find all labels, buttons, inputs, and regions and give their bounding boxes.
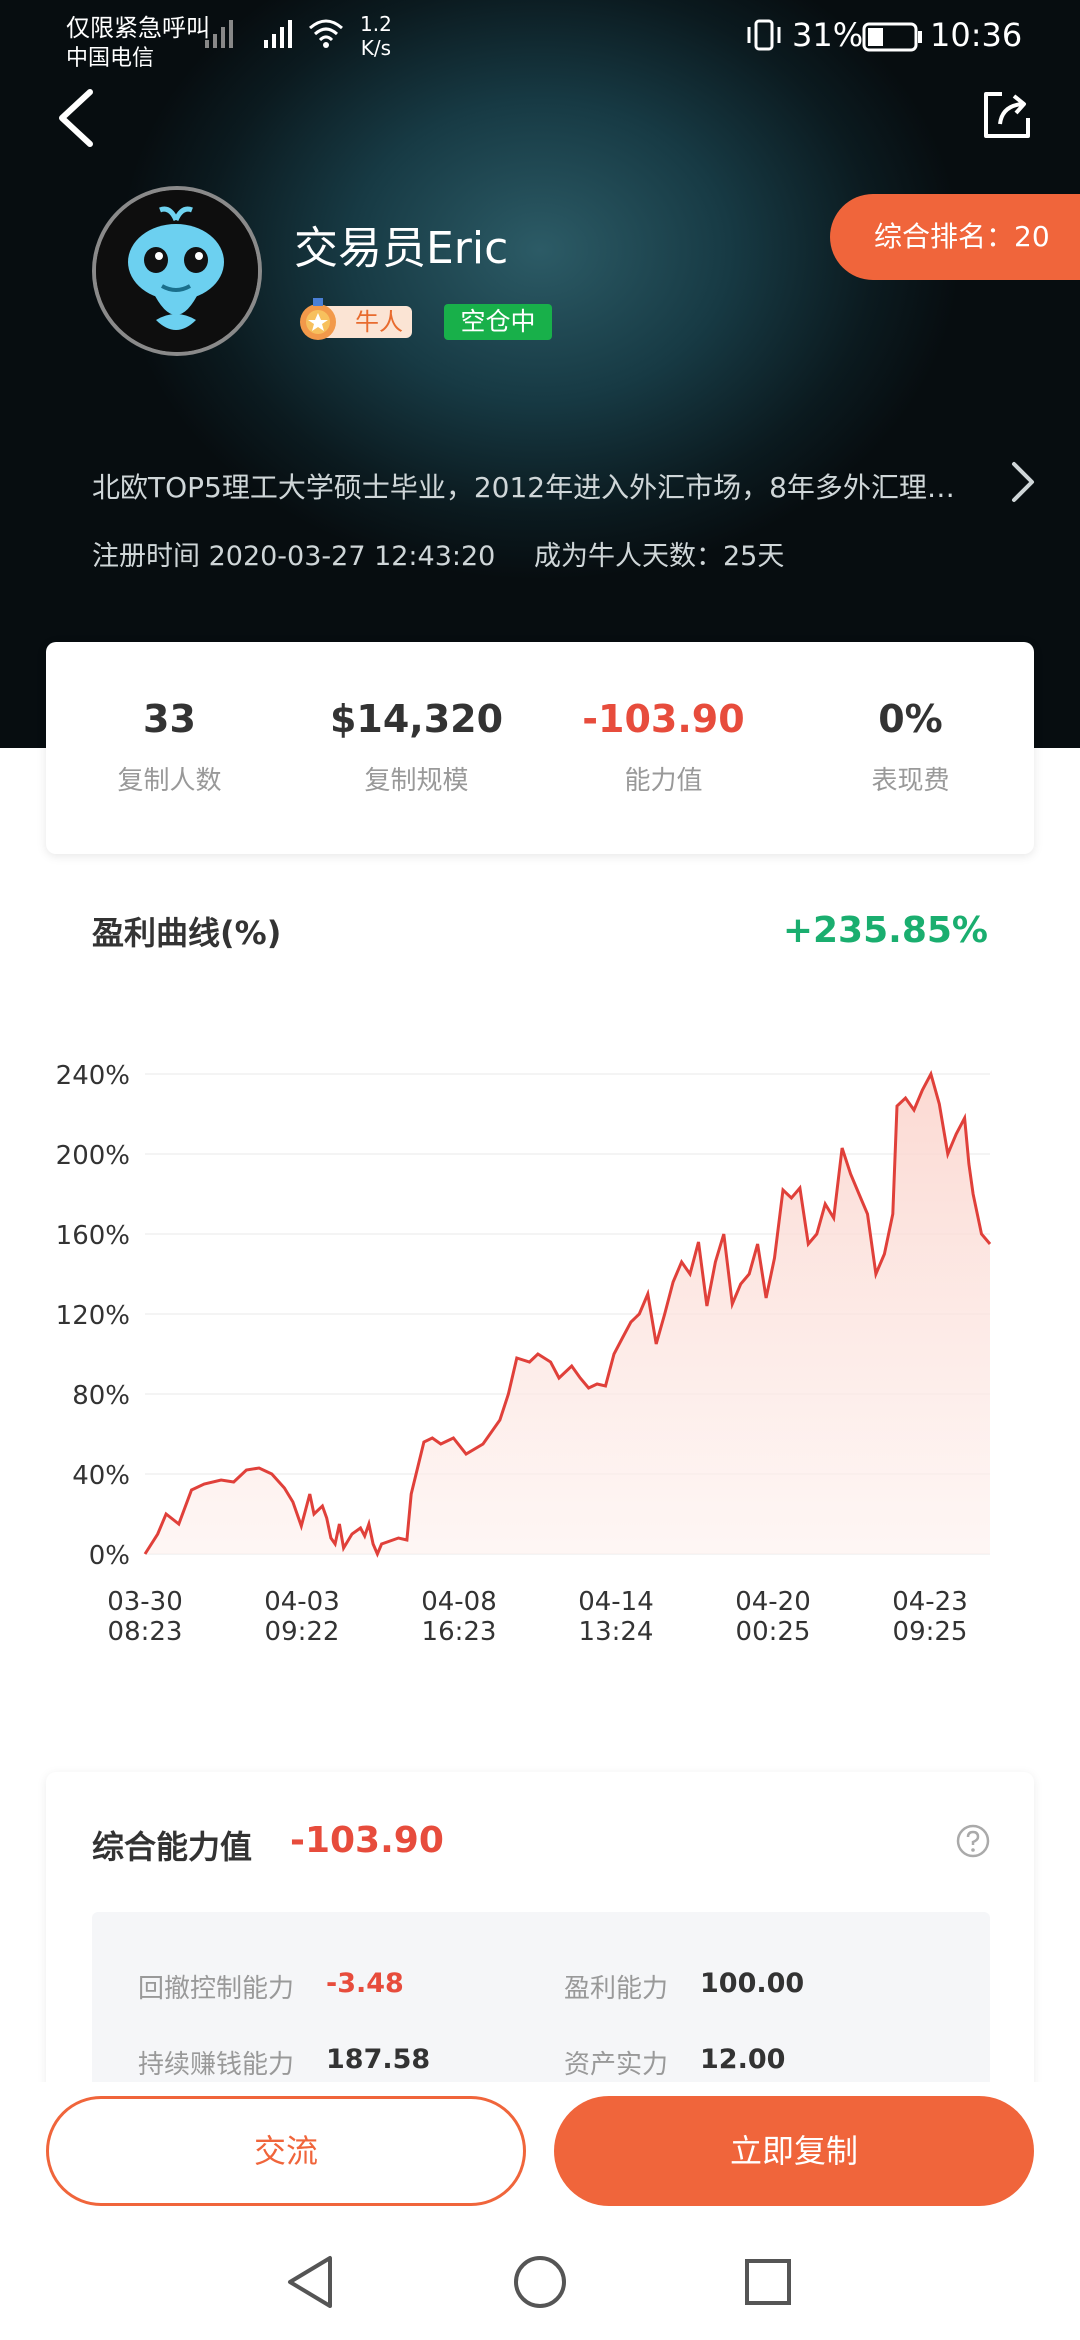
x-tick-label: 09:22 <box>265 1617 340 1647</box>
chevron-right-icon[interactable] <box>1006 460 1040 504</box>
x-tick-label: 04-23 <box>892 1587 968 1617</box>
status-bar: 仅限紧急呼叫 中国电信 1.2 K/s 31% 10:36 <box>0 0 1080 80</box>
x-tick-label: 09:25 <box>893 1617 968 1647</box>
x-tick-label: 04-08 <box>421 1587 497 1617</box>
x-tick-label: 04-20 <box>735 1587 811 1617</box>
stat-performance-fee: 0% 表现费 <box>871 697 950 796</box>
metric-value: 100.00 <box>700 1968 805 1999</box>
signal-icon <box>264 20 292 48</box>
stat-ability: -103.90 能力值 <box>582 697 745 796</box>
metric-label: 资产实力 <box>564 2050 669 2080</box>
profit-curve-chart[interactable]: 240% 200% 160% 120% 80% 40% 0% 03-3008:23 04-03… <box>0 1020 1080 1710</box>
nav-back-icon[interactable] <box>284 2254 336 2310</box>
trader-intro[interactable]: 北欧TOP5理工大学硕士毕业，2012年进入外汇市场，8年多外汇理… <box>92 466 972 506</box>
x-tick-label: 00:25 <box>736 1617 811 1647</box>
clock: 10:36 <box>930 16 1023 54</box>
metric-label: 盈利能力 <box>564 1974 669 2004</box>
nav-recent-icon[interactable] <box>744 2258 792 2306</box>
avatar[interactable] <box>92 186 262 356</box>
copy-now-button[interactable]: 立即复制 <box>554 2096 1034 2206</box>
whale-mascot-icon <box>96 190 258 352</box>
share-icon[interactable] <box>980 88 1034 142</box>
help-icon[interactable] <box>956 1824 990 1858</box>
profit-curve-total: +235.85% <box>782 910 988 951</box>
metric-value: 12.00 <box>700 2044 786 2075</box>
x-tick-label: 13:24 <box>579 1617 654 1647</box>
ability-card: 综合能力值 -103.90 回撤控制能力 -3.48 盈利能力 100.00 持… <box>46 1772 1034 2132</box>
back-arrow-icon[interactable] <box>52 86 100 150</box>
y-tick-label: 240% <box>56 1061 130 1091</box>
profile-header <box>0 0 1080 748</box>
x-tick-label: 03-30 <box>107 1587 183 1617</box>
x-tick-label: 04-03 <box>264 1587 340 1617</box>
battery-percent: 31% <box>792 16 864 54</box>
y-tick-label: 40% <box>72 1461 130 1491</box>
metric-label: 持续赚钱能力 <box>138 2050 295 2080</box>
y-tick-label: 120% <box>56 1301 130 1331</box>
rank-badge[interactable]: 综合排名：20 <box>830 194 1080 280</box>
battery-icon <box>862 22 922 52</box>
x-tick-label: 16:23 <box>422 1617 497 1647</box>
wifi-icon <box>309 19 343 48</box>
ability-value: -103.90 <box>290 1820 444 1861</box>
stat-copiers: 33 复制人数 <box>117 697 222 796</box>
metric-value: 187.58 <box>326 2044 431 2075</box>
y-tick-label: 0% <box>89 1541 130 1571</box>
ability-title: 综合能力值 <box>92 1828 253 1866</box>
bottom-action-bar: 交流 立即复制 <box>0 2082 1080 2340</box>
metric-label: 回撤控制能力 <box>138 1974 295 2004</box>
trader-name: 交易员Eric <box>294 223 509 274</box>
profit-curve-title: 盈利曲线(%) <box>92 914 282 952</box>
chat-button[interactable]: 交流 <box>46 2096 526 2206</box>
position-status-badge: 空仓中 <box>444 304 552 340</box>
carrier-name: 中国电信 <box>66 46 155 71</box>
carrier-text: 仅限紧急呼叫 <box>66 14 210 42</box>
metric-value: -3.48 <box>326 1968 404 1999</box>
x-tick-label: 08:23 <box>108 1617 183 1647</box>
y-tick-label: 160% <box>56 1221 130 1251</box>
cow-badge-label: 牛人 <box>355 308 403 336</box>
vibrate-icon <box>747 19 781 51</box>
no-signal-icon <box>205 20 233 48</box>
cow-days: 成为牛人天数：25天 <box>534 541 785 572</box>
nav-home-icon[interactable] <box>512 2254 568 2310</box>
stat-copy-scale: $14,320 复制规模 <box>329 697 504 796</box>
register-time: 注册时间 2020-03-27 12:43:20 <box>92 541 496 572</box>
x-tick-label: 04-14 <box>578 1587 654 1617</box>
network-speed: 1.2 K/s <box>360 12 392 60</box>
stats-card: 33 复制人数 $14,320 复制规模 -103.90 能力值 0% 表现费 <box>46 642 1034 854</box>
y-tick-label: 80% <box>72 1381 130 1411</box>
y-tick-label: 200% <box>56 1141 130 1171</box>
